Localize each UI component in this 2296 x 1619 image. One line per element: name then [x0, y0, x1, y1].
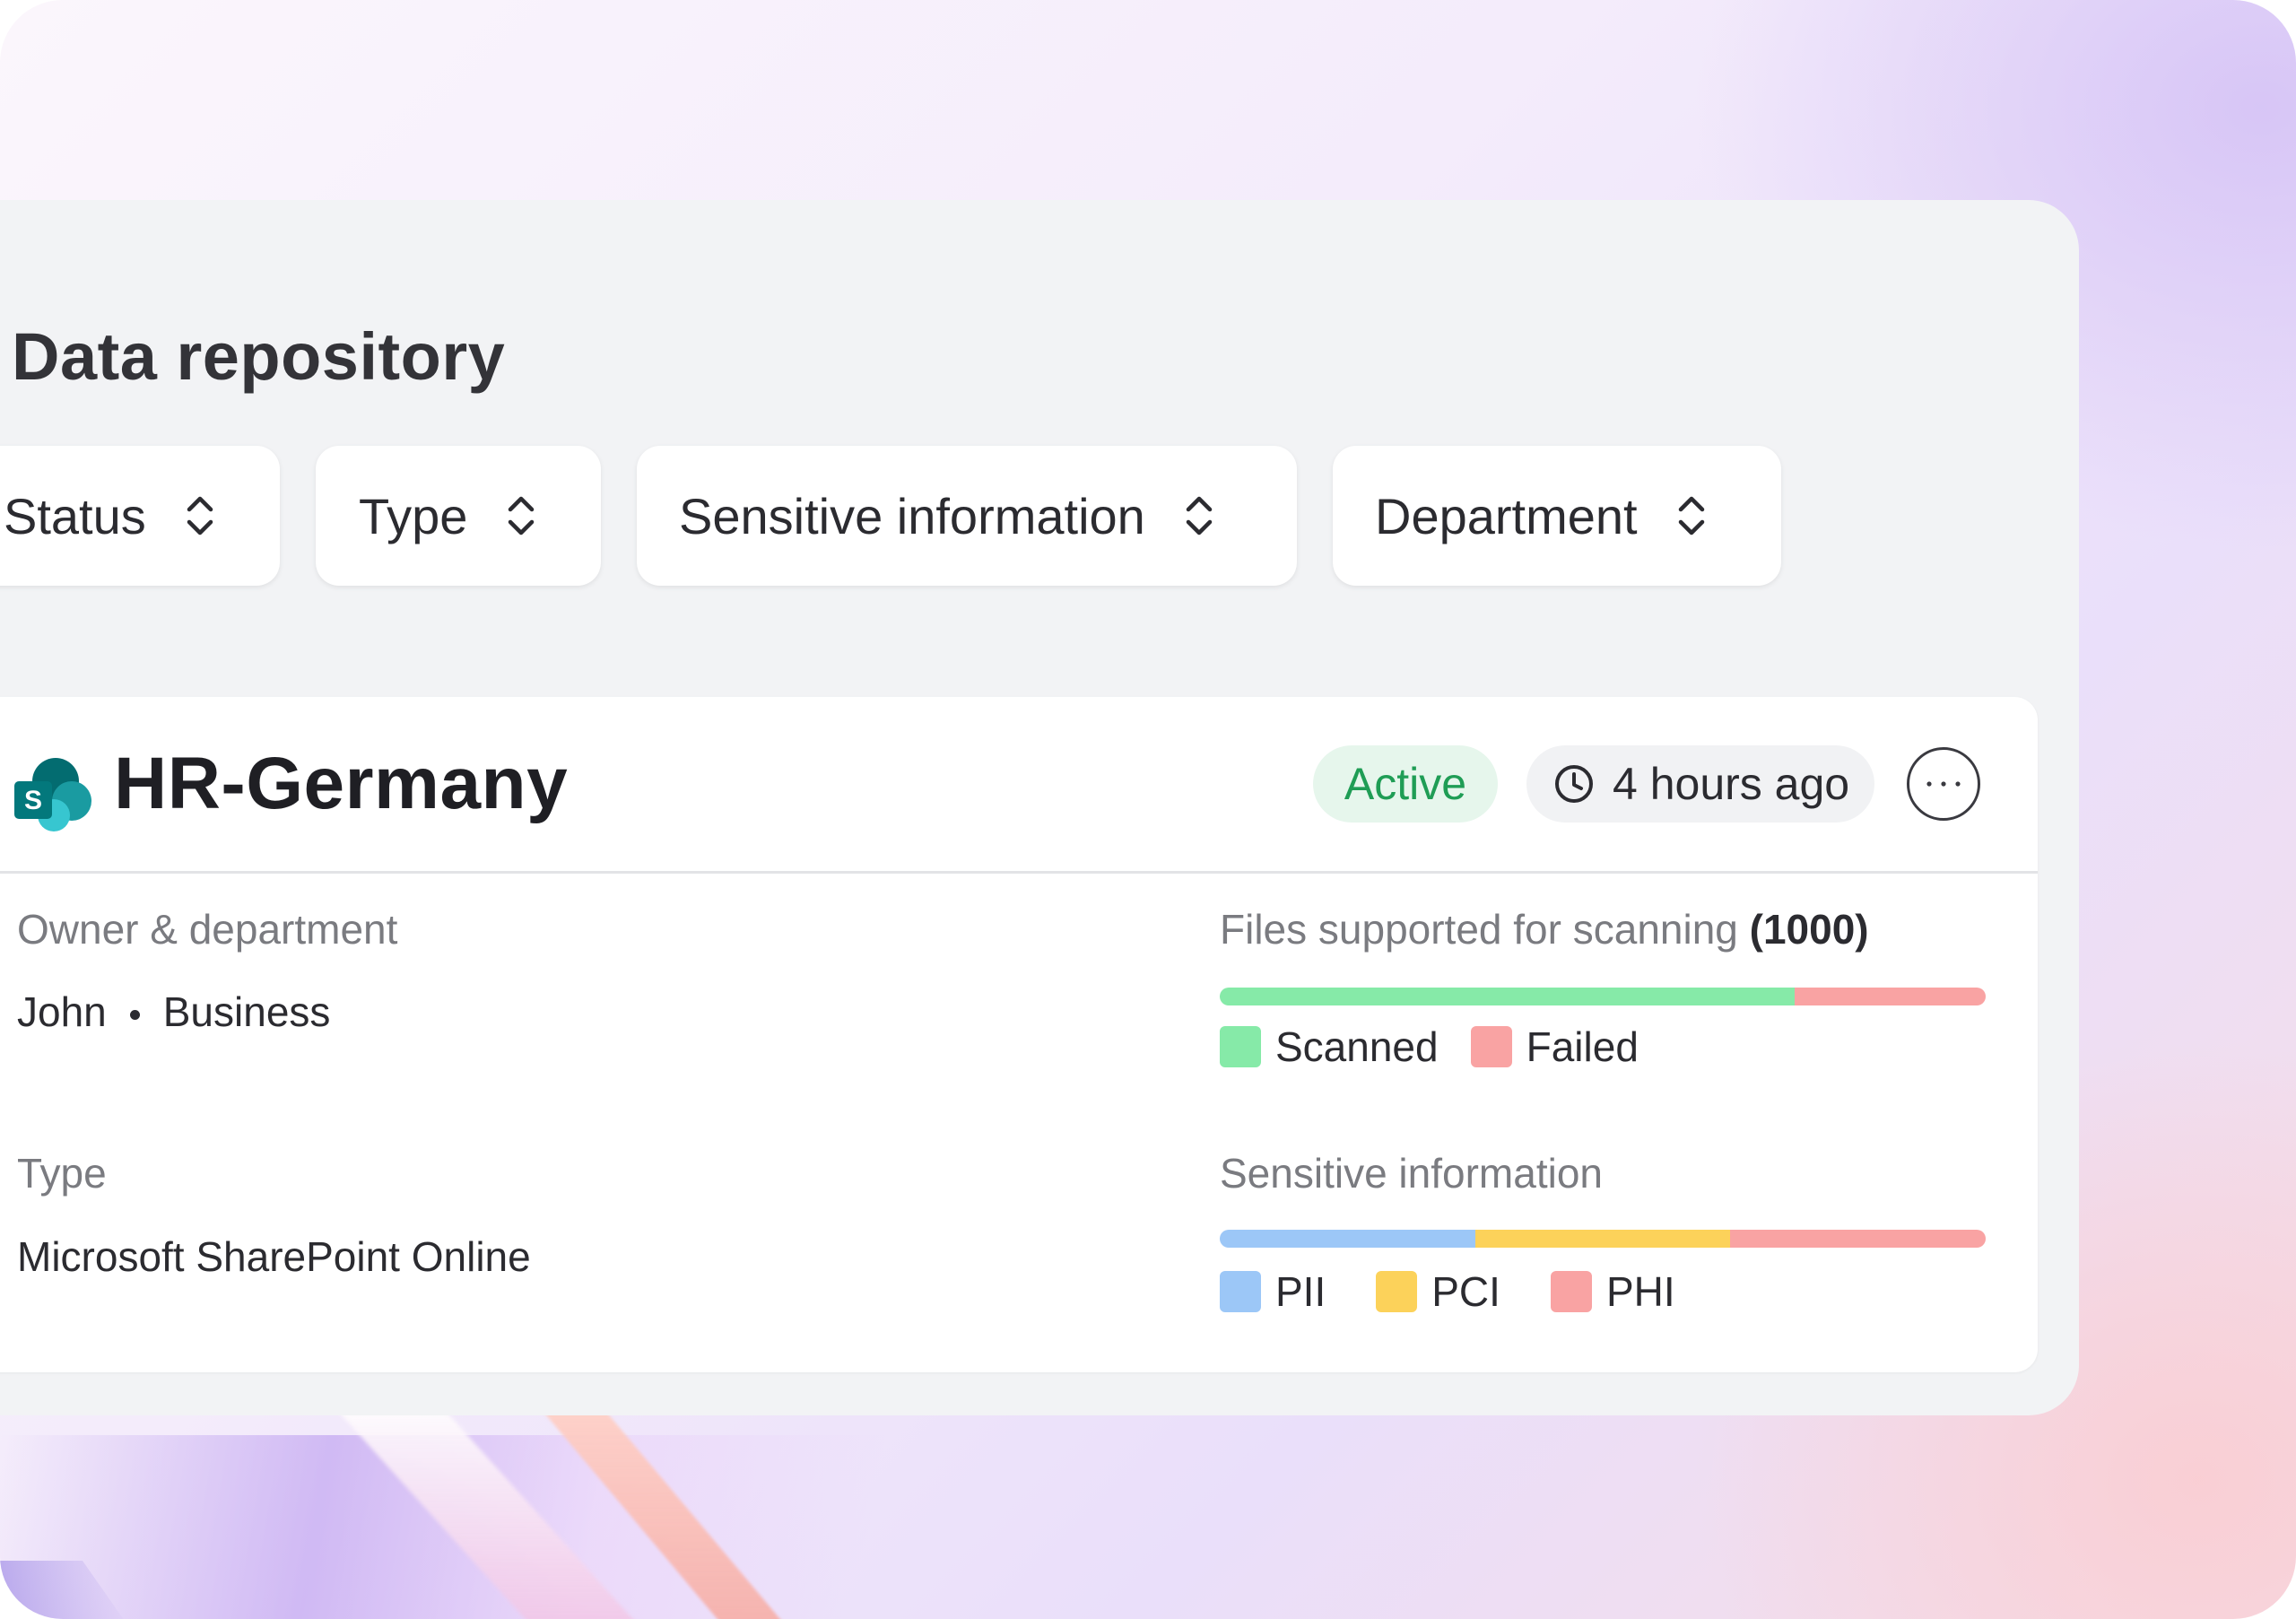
filter-label: Type	[359, 487, 468, 544]
legend-label: PHI	[1605, 1268, 1675, 1315]
department-name: Business	[162, 988, 331, 1035]
background-streak	[326, 1399, 678, 1619]
page-title: Data repository	[12, 319, 506, 394]
sort-chevrons-icon	[1678, 496, 1704, 535]
repository-card[interactable]: S HR-Germany Active 4 hours ago Owner & …	[0, 697, 2038, 1372]
background-streak	[0, 1561, 134, 1619]
owner-department-label: Owner & department	[17, 906, 398, 953]
type-label: Type	[17, 1150, 107, 1197]
background-streak	[533, 1399, 822, 1619]
bar-segment-failed	[1794, 988, 1986, 1005]
filter-label: Sensitive information	[679, 487, 1145, 544]
legend-swatch	[1550, 1271, 1592, 1312]
legend-item-failed: Failed	[1470, 1023, 1639, 1071]
sensitive-information-bar	[1220, 1230, 1986, 1248]
legend-item-pci: PCI	[1376, 1267, 1500, 1316]
legend-swatch	[1220, 1026, 1261, 1067]
owner-name: John	[17, 988, 107, 1035]
legend-item-pii: PII	[1220, 1267, 1326, 1316]
separator-dot	[129, 1010, 140, 1021]
sort-chevrons-icon	[509, 496, 535, 535]
sort-chevrons-icon	[187, 496, 213, 535]
type-value: Microsoft SharePoint Online	[17, 1233, 531, 1280]
bar-segment-scanned	[1220, 988, 1795, 1005]
legend-swatch	[1220, 1271, 1261, 1312]
card-divider	[0, 871, 2038, 874]
filter-status[interactable]: Status	[0, 446, 280, 586]
filter-label: Status	[4, 487, 146, 544]
files-legend: Scanned Failed	[1220, 1023, 1671, 1071]
legend-swatch	[1376, 1271, 1418, 1312]
sensitive-legend: PII PCI PHI	[1220, 1267, 1708, 1316]
legend-label: Failed	[1526, 1023, 1639, 1070]
filter-label: Department	[1375, 487, 1638, 544]
repository-name: HR-Germany	[114, 743, 569, 824]
svg-text:S: S	[24, 786, 42, 815]
bar-segment-phi	[1730, 1230, 1986, 1248]
legend-label: Scanned	[1275, 1023, 1439, 1070]
legend-label: PII	[1275, 1268, 1326, 1315]
legend-item-phi: PHI	[1550, 1267, 1675, 1316]
owner-department-value: John Business	[17, 988, 330, 1036]
sharepoint-icon: S	[14, 758, 91, 831]
filter-sensitive-information[interactable]: Sensitive information	[637, 446, 1297, 586]
legend-item-scanned: Scanned	[1220, 1023, 1439, 1071]
legend-label: PCI	[1431, 1268, 1500, 1315]
files-count: (1000)	[1749, 906, 1869, 953]
more-options-button[interactable]	[1907, 747, 1980, 821]
sensitive-information-label: Sensitive information	[1220, 1150, 1603, 1197]
bar-segment-pii	[1220, 1230, 1475, 1248]
background-streak	[0, 1435, 1076, 1619]
last-updated-text: 4 hours ago	[1613, 759, 1850, 809]
files-progress-bar	[1220, 988, 1986, 1005]
sort-chevrons-icon	[1186, 496, 1213, 535]
bar-segment-pci	[1474, 1230, 1731, 1248]
filter-type[interactable]: Type	[316, 446, 601, 586]
files-scanning-label: Files supported for scanning (1000)	[1220, 905, 1869, 953]
status-badge: Active	[1313, 745, 1498, 823]
filter-department[interactable]: Department	[1333, 446, 1781, 586]
legend-swatch	[1470, 1026, 1512, 1067]
last-updated-badge: 4 hours ago	[1526, 745, 1874, 823]
files-scanning-text: Files supported for scanning	[1220, 906, 1738, 953]
ellipsis-icon	[1926, 781, 1961, 787]
app-frame: Data repository Status Type Sensitive in…	[0, 0, 2296, 1619]
clock-icon	[1555, 765, 1593, 803]
